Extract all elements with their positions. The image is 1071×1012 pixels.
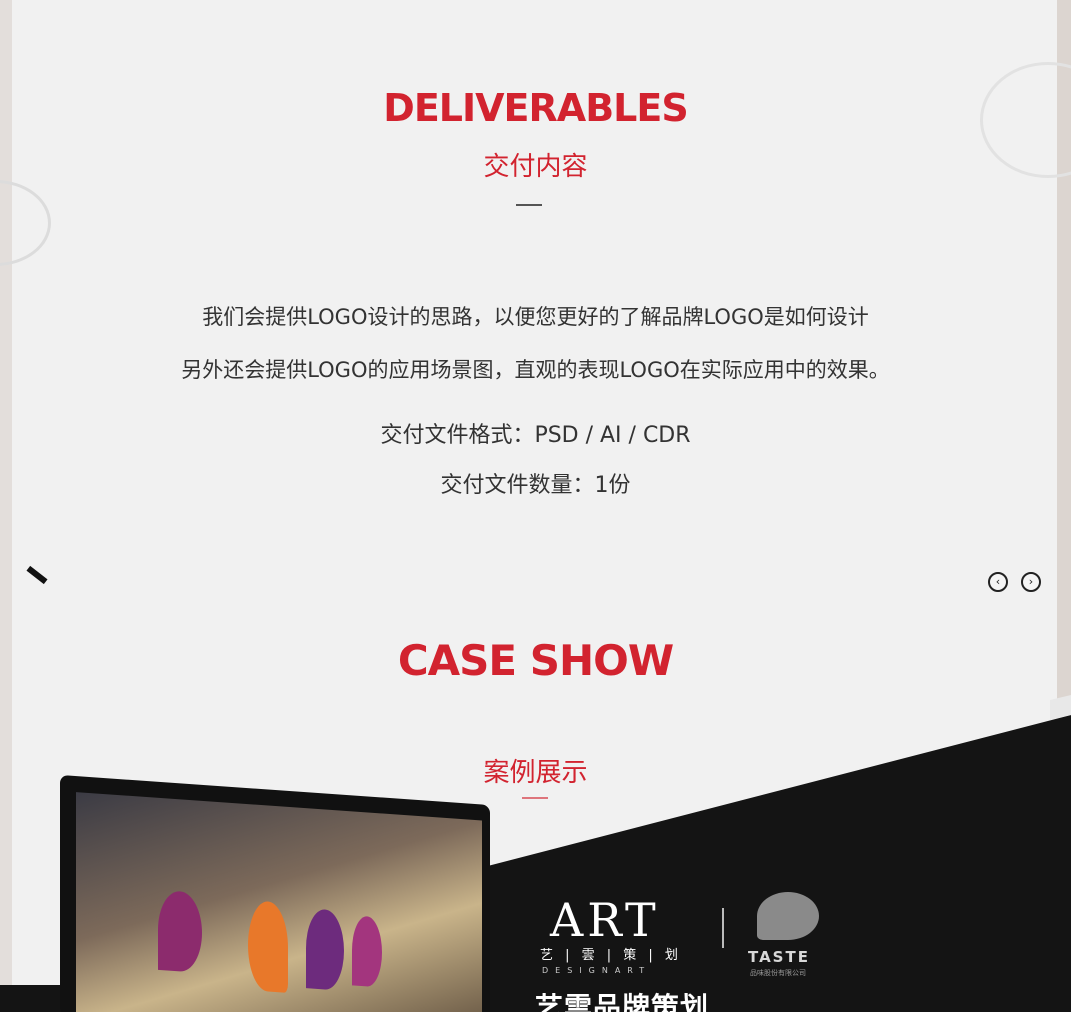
art-logo-chinese: 艺 | 雲 | 策 | 划 bbox=[540, 948, 682, 963]
logo-divider bbox=[722, 908, 724, 948]
logo-shape bbox=[306, 908, 344, 991]
title-divider bbox=[522, 797, 548, 799]
taste-logo-icon bbox=[757, 892, 819, 940]
monitor-mockup bbox=[60, 774, 490, 1012]
logo-shape bbox=[352, 915, 382, 988]
logo-shape bbox=[248, 900, 288, 993]
logo-shape bbox=[158, 889, 202, 973]
taste-logo-text: TASTE bbox=[748, 948, 810, 966]
brand-headline: 艺雲品牌策划 bbox=[535, 991, 710, 1012]
case-show-title: CASE SHOW bbox=[397, 636, 674, 685]
art-logo-english: DESIGNART bbox=[542, 966, 652, 975]
monitor-screen-image bbox=[76, 792, 482, 1012]
taste-logo-subtext: 品味股份有限公司 bbox=[750, 969, 806, 977]
page: DELIVERABLES 交付内容 我们会提供LOGO设计的思路，以便您更好的了… bbox=[0, 0, 1071, 1012]
art-logo: ART bbox=[550, 893, 660, 947]
